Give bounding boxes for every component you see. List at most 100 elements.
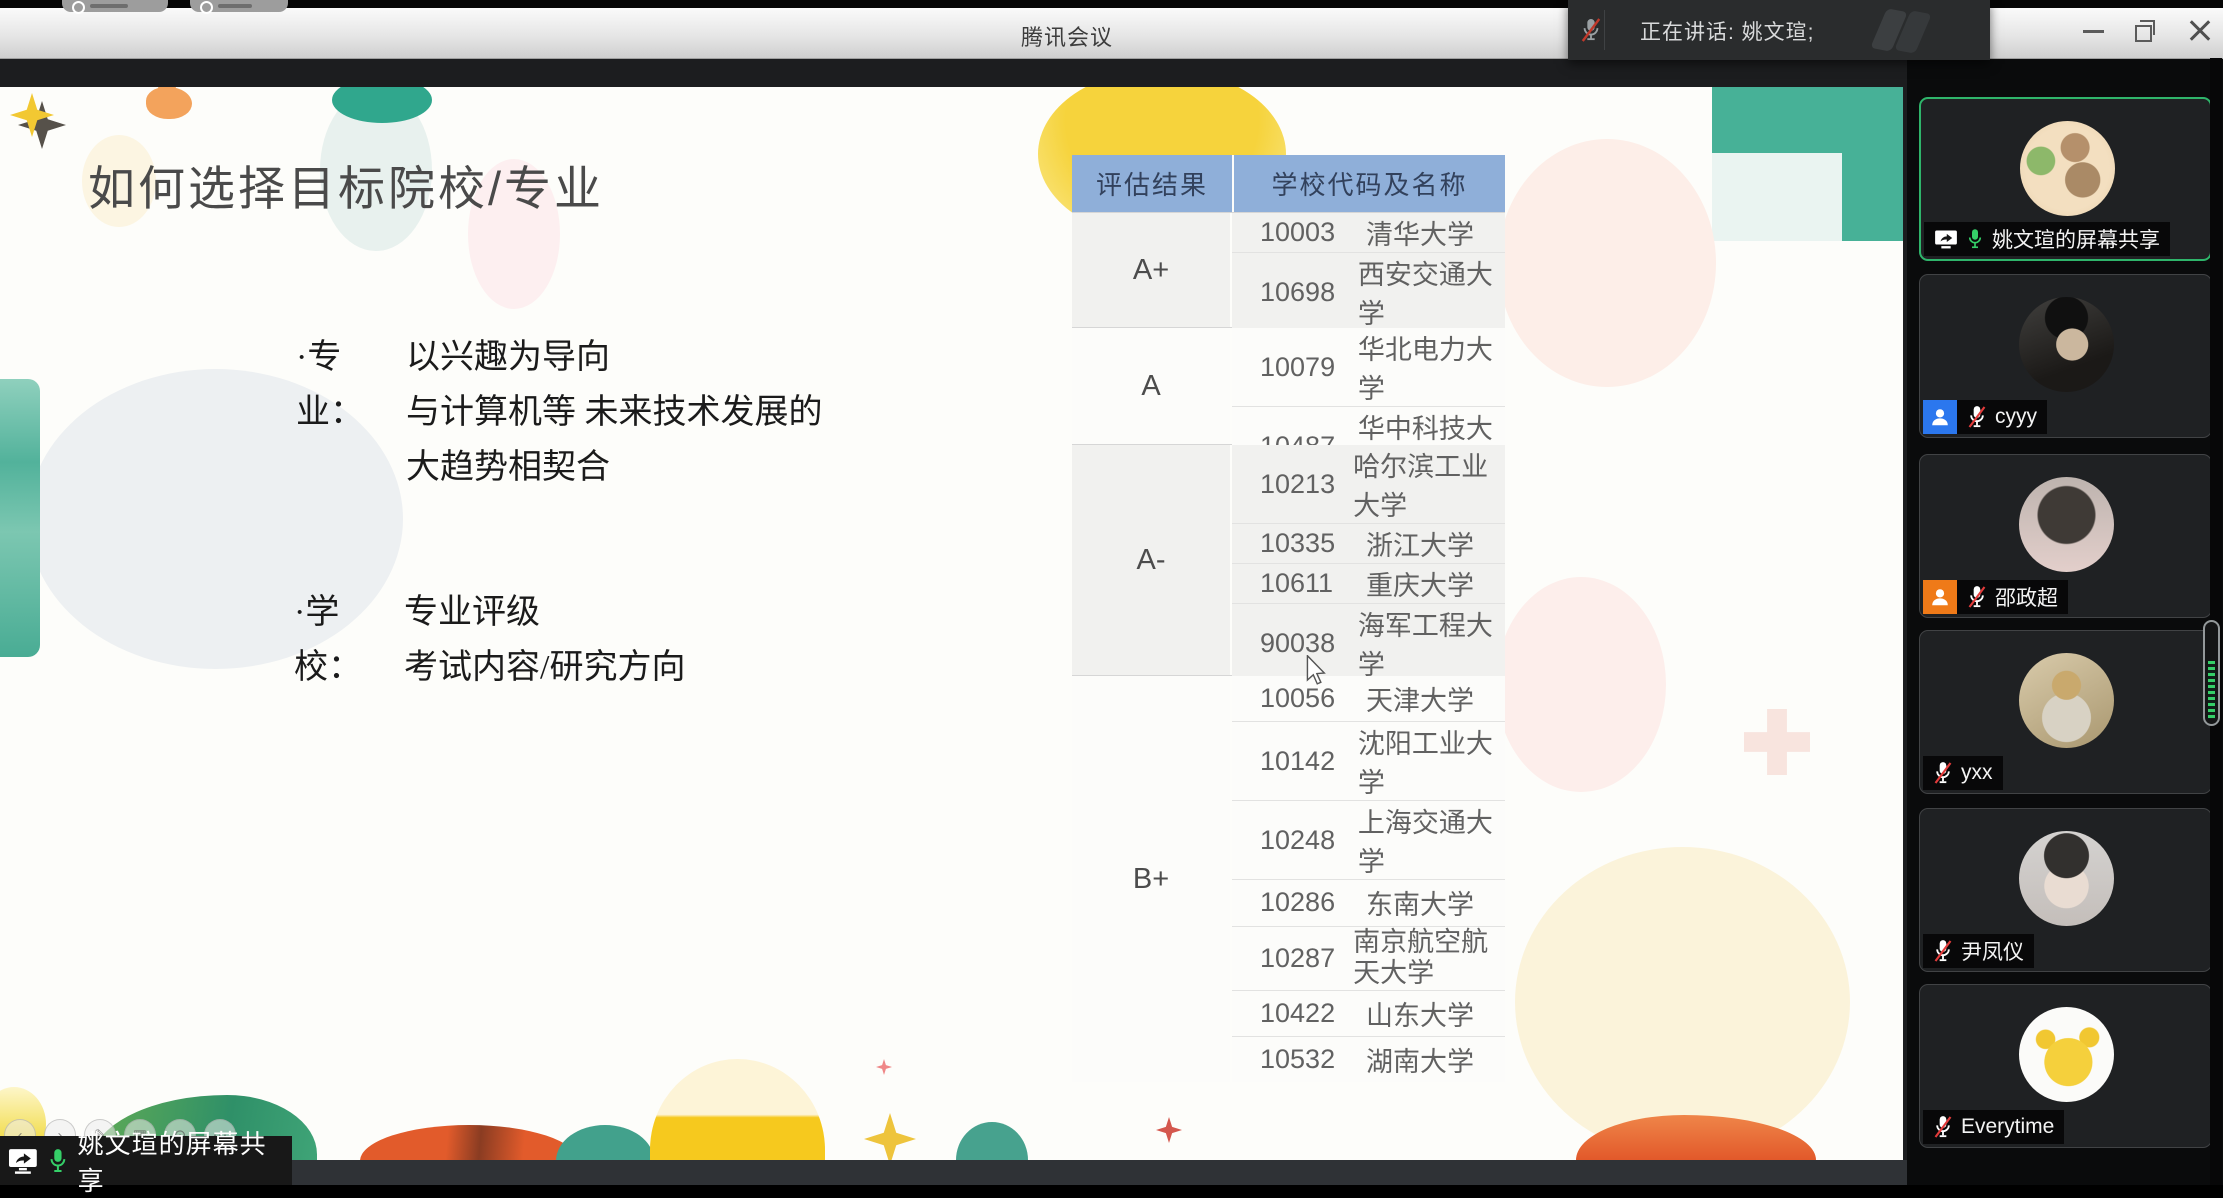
- school-code: 10142: [1260, 746, 1340, 777]
- participant-name: yxx: [1961, 761, 1993, 785]
- table-row: 10142 沈阳工业大学: [1232, 721, 1505, 800]
- school-code: 10248: [1260, 825, 1340, 856]
- avatar: [2019, 1007, 2114, 1102]
- participant-tile[interactable]: 邵政超: [1919, 454, 2212, 618]
- bullet-line: 与计算机等 未来技术发展的: [406, 385, 823, 440]
- table-row: 10611 重庆大学: [1232, 563, 1505, 603]
- speaking-indicator-panel: 正在讲话: 姚文瑄;: [1568, 0, 1990, 60]
- person-icon: [1929, 586, 1951, 608]
- school-code: 10611: [1260, 568, 1348, 599]
- shared-slide: 如何选择目标院校/专业 ·专业： 以兴趣为导向 与计算机等 未来技术发展的 大趋…: [0, 87, 1903, 1160]
- mic-muted-icon: [1967, 584, 1987, 610]
- avatar: [2019, 477, 2114, 572]
- participant-name: 姚文瑄的屏幕共享: [1992, 224, 2160, 254]
- close-button[interactable]: [2188, 18, 2218, 44]
- school-code: 10287: [1260, 943, 1335, 974]
- school-name: 浙江大学: [1366, 524, 1474, 563]
- watercolor-band-decoration: [0, 379, 40, 657]
- star-decoration: [876, 1059, 892, 1075]
- participant-tile-sharer[interactable]: 姚文瑄的屏幕共享: [1919, 97, 2212, 261]
- mic-on-icon: [47, 1146, 69, 1176]
- school-code: 10079: [1260, 352, 1340, 383]
- school-code: 10698: [1260, 277, 1340, 308]
- school-name: 清华大学: [1366, 213, 1474, 252]
- participant-name: 尹凤仪: [1961, 936, 2024, 966]
- participant-name: 邵政超: [1995, 582, 2058, 612]
- watercolor-square-decoration: [1712, 153, 1842, 241]
- table-row: 10532湖南大学: [1232, 1036, 1505, 1082]
- mouse-cursor: [1303, 655, 1329, 685]
- speaking-status-text: 正在讲话: 姚文瑄;: [1640, 16, 1815, 46]
- divider: [1604, 10, 1605, 50]
- school-name: 海军工程大学: [1358, 604, 1505, 682]
- watercolor-blob-decoration: [956, 1122, 1028, 1160]
- watercolor-circle-decoration: [1498, 139, 1716, 387]
- mic-on-icon: [1966, 227, 1984, 251]
- grade-cell: A: [1072, 328, 1232, 444]
- floating-toolbar-pill[interactable]: [62, 0, 168, 12]
- avatar: [2019, 297, 2114, 392]
- table-row: 10335浙江大学: [1232, 523, 1505, 563]
- watercolor-blob-decoration: [556, 1125, 654, 1160]
- school-name: 上海交通大学: [1358, 801, 1505, 879]
- person-icon: [1929, 406, 1951, 428]
- table-row: 10248 上海交通大学: [1232, 800, 1505, 879]
- screen-share-viewport: 如何选择目标院校/专业 ·专业： 以兴趣为导向 与计算机等 未来技术发展的 大趋…: [0, 58, 1907, 1185]
- table-row: 10056天津大学: [1232, 676, 1505, 721]
- mic-icon: [200, 1, 213, 14]
- bullet-line: 大趋势相契合: [406, 440, 823, 495]
- screen-share-icon: [1934, 229, 1958, 250]
- participant-tile[interactable]: yxx: [1919, 630, 2212, 794]
- grade-group: A 10079华北电力大学 10487华中科技大学: [1072, 327, 1505, 444]
- school-name: 沈阳工业大学: [1358, 722, 1505, 800]
- school-name: 西安交通大学: [1358, 253, 1505, 331]
- bullet-school: ·学校： 专业评级 考试内容/研究方向: [294, 585, 685, 695]
- table-header-row: 评估结果 学校代码及名称: [1072, 155, 1505, 212]
- grade-group: B+ 10056天津大学 10142沈阳工业大学 10248上海交通大学 102…: [1072, 675, 1505, 1082]
- avatar: [2020, 121, 2115, 216]
- mic-muted-icon: [1580, 16, 1602, 44]
- school-code: 10056: [1260, 683, 1348, 714]
- school-name: 重庆大学: [1366, 564, 1474, 603]
- participant-name: Everytime: [1961, 1115, 2054, 1139]
- watercolor-blob-decoration: [360, 1125, 578, 1160]
- participant-tile[interactable]: Everytime: [1919, 984, 2212, 1148]
- participant-tile[interactable]: cyyy: [1919, 274, 2212, 438]
- table-row: 90038 海军工程大学: [1232, 603, 1505, 682]
- bullet-label: ·专业：: [296, 330, 406, 495]
- school-code: 10286: [1260, 887, 1348, 918]
- slide-title: 如何选择目标院校/专业: [88, 150, 604, 219]
- sparkle-star-decoration: [18, 101, 66, 149]
- bullet-line: 考试内容/研究方向: [404, 640, 685, 695]
- restore-button[interactable]: [2132, 18, 2162, 44]
- pill-text-smudge: [218, 4, 252, 8]
- table-row: 10422山东大学: [1232, 990, 1505, 1036]
- star-decoration: [1156, 1117, 1182, 1143]
- computer-audio-badge: [1923, 580, 1957, 614]
- mic-muted-icon: [1967, 404, 1987, 430]
- school-name: 华北电力大学: [1358, 328, 1505, 406]
- school-code: 10213: [1260, 469, 1335, 500]
- minimize-button[interactable]: [2079, 18, 2109, 44]
- avatar: [2019, 653, 2114, 748]
- evaluation-table: 评估结果 学校代码及名称 A+ 10003清华大学 10698西安交通大学 A …: [1072, 155, 1505, 1082]
- plus-sparkle-decoration: [1744, 709, 1810, 775]
- pill-text-smudge: [90, 4, 128, 8]
- bullet-label: ·学校：: [294, 585, 404, 695]
- avatar: [2019, 831, 2114, 926]
- school-code: 10003: [1260, 217, 1348, 248]
- bullet-major: ·专业： 以兴趣为导向 与计算机等 未来技术发展的 大趋势相契合: [296, 330, 823, 495]
- school-code: 90038: [1260, 628, 1340, 659]
- bullet-line: 专业评级: [404, 585, 685, 640]
- sidebar-scrollbar-thumb[interactable]: [2203, 620, 2220, 726]
- mic-muted-icon: [1933, 1114, 1953, 1140]
- floating-toolbar-pill-mic[interactable]: [190, 0, 288, 12]
- column-header: 学校代码及名称: [1234, 155, 1505, 212]
- audio-level-stripes: [2208, 661, 2215, 719]
- table-row: 10698 西安交通大学: [1232, 252, 1505, 331]
- grade-group: A- 10213哈尔滨工业大学 10335浙江大学 10611重庆大学 9003…: [1072, 444, 1505, 675]
- participant-tile[interactable]: 尹凤仪: [1919, 808, 2212, 972]
- table-row: 10079 华北电力大学: [1232, 328, 1505, 406]
- mic-muted-icon: [1933, 938, 1953, 964]
- watercolor-blob-decoration: [650, 1059, 825, 1160]
